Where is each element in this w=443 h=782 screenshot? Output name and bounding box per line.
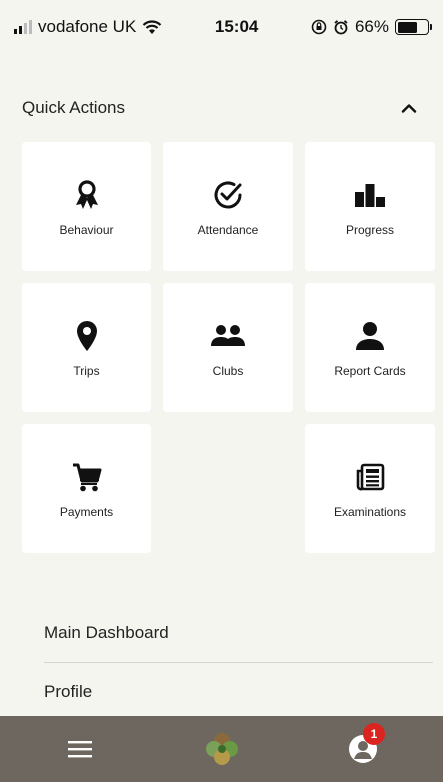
- menu-button[interactable]: [60, 729, 100, 769]
- bottom-bar: 1: [0, 716, 443, 782]
- attendance-label: Attendance: [197, 222, 259, 237]
- clubs-card[interactable]: Clubs: [163, 283, 293, 412]
- status-bar: vodafone UK 15:04 66%: [0, 0, 443, 54]
- cart-icon: [72, 459, 102, 495]
- attendance-card[interactable]: Attendance: [163, 142, 293, 271]
- clubs-label: Clubs: [212, 363, 244, 378]
- report-cards-card[interactable]: Report Cards: [305, 283, 435, 412]
- examinations-card[interactable]: Examinations: [305, 424, 435, 553]
- battery-percent: 66%: [354, 17, 389, 36]
- newspaper-icon: [355, 459, 385, 495]
- progress-card[interactable]: Progress: [305, 142, 435, 271]
- battery-icon: [395, 19, 432, 35]
- wifi-icon: [143, 19, 162, 34]
- progress-label: Progress: [345, 222, 395, 237]
- side-menu: Main Dashboard Profile: [44, 604, 433, 721]
- signal-icon: [14, 20, 32, 34]
- examinations-label: Examinations: [333, 504, 407, 519]
- hamburger-icon: [68, 741, 92, 758]
- check-circle-icon: [212, 177, 244, 213]
- map-pin-icon: [75, 318, 99, 354]
- group-icon: [210, 318, 246, 354]
- collapse-button[interactable]: [396, 95, 422, 121]
- bar-chart-icon: [353, 177, 387, 213]
- status-right: 66%: [311, 17, 432, 37]
- behaviour-label: Behaviour: [59, 222, 114, 237]
- report-cards-label: Report Cards: [334, 363, 406, 378]
- chevron-up-icon: [401, 104, 417, 113]
- behaviour-card[interactable]: Behaviour: [22, 142, 151, 271]
- home-logo-button[interactable]: [202, 729, 242, 769]
- payments-card[interactable]: Payments: [22, 424, 151, 553]
- trips-card[interactable]: Trips: [22, 283, 151, 412]
- clock: 15:04: [214, 17, 259, 36]
- status-left: vodafone UK: [14, 17, 162, 37]
- quick-actions-header: Quick Actions: [22, 94, 422, 122]
- trips-label: Trips: [73, 363, 100, 378]
- rotation-lock-icon: [311, 19, 327, 35]
- notification-badge: 1: [363, 723, 385, 745]
- carrier-name: vodafone UK: [38, 17, 137, 36]
- empty-slot: [163, 424, 293, 553]
- quick-actions-title: Quick Actions: [22, 98, 125, 117]
- menu-item-main-dashboard[interactable]: Main Dashboard: [44, 604, 433, 662]
- payments-label: Payments: [59, 504, 114, 519]
- app-logo-icon: [205, 733, 238, 765]
- person-icon: [354, 318, 386, 354]
- alarm-icon: [334, 20, 348, 35]
- quick-actions-grid: Behaviour Attendance Progress Trips Club…: [22, 142, 435, 553]
- battery-fill: [397, 21, 417, 33]
- menu-item-profile[interactable]: Profile: [44, 663, 433, 721]
- award-icon: [73, 177, 101, 213]
- account-button[interactable]: 1: [343, 723, 385, 769]
